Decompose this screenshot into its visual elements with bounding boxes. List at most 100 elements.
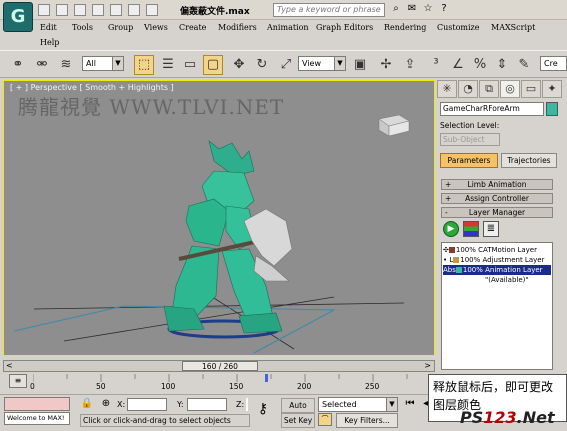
move-icon[interactable]: ✥ bbox=[229, 55, 249, 75]
menu-views[interactable]: Views bbox=[144, 23, 168, 32]
open-file-icon[interactable] bbox=[56, 4, 68, 16]
rollout-limb-animation[interactable]: + Limb Animation bbox=[441, 179, 553, 190]
edit-named-selection-icon[interactable]: ✎ bbox=[514, 55, 534, 75]
display-tab-icon[interactable]: ▭ bbox=[521, 80, 541, 98]
angle-snap-icon[interactable]: ∠ bbox=[448, 55, 468, 75]
layer-label: 100% Adjustment Layer bbox=[460, 256, 545, 264]
selection-filter-dropdown[interactable]: All ▼ bbox=[82, 56, 124, 71]
track-bar[interactable]: ≡ 0 50 100 150 200 250 bbox=[3, 374, 428, 392]
save-file-icon[interactable] bbox=[74, 4, 86, 16]
rectangular-region-icon[interactable]: ▭ bbox=[180, 55, 200, 75]
lock-selection-icon[interactable]: 🔒 bbox=[80, 398, 94, 412]
key-filters-button[interactable]: Key Filters... bbox=[336, 413, 398, 428]
layer-label: "(Available)" bbox=[485, 276, 529, 284]
layer-list-icon[interactable]: ≣ bbox=[483, 221, 499, 237]
help-icon[interactable]: ? bbox=[437, 3, 451, 17]
maxscript-listener-pink[interactable] bbox=[4, 397, 70, 411]
set-key-icon[interactable]: ⚷ bbox=[252, 401, 274, 421]
auto-key-button[interactable]: Auto Key bbox=[281, 398, 315, 423]
x-coordinate-field[interactable] bbox=[127, 398, 167, 411]
rollout-layer-manager[interactable]: - Layer Manager bbox=[441, 207, 553, 218]
percent-snap-icon[interactable]: % bbox=[470, 55, 490, 75]
modify-tab-icon[interactable]: ◔ bbox=[458, 80, 478, 98]
menu-maxscript[interactable]: MAXScript bbox=[491, 23, 535, 32]
select-object-icon[interactable]: ⬚ bbox=[134, 55, 154, 75]
slider-prev-icon[interactable]: < bbox=[6, 361, 13, 370]
spinner-snap-icon[interactable]: ⇕ bbox=[492, 55, 512, 75]
object-name-field[interactable]: GameCharRForeArm bbox=[440, 102, 544, 116]
favorites-icon[interactable]: ☆ bbox=[421, 3, 435, 17]
y-coordinate-field[interactable] bbox=[187, 398, 227, 411]
maxscript-mini-listener[interactable]: Welcome to MAX! bbox=[4, 412, 70, 425]
motion-tab-icon[interactable]: ◎ bbox=[500, 80, 520, 98]
layer-list[interactable]: ✣ 100% CATMotion Layer • L 100% Adjustment… bbox=[441, 242, 553, 370]
rotate-icon[interactable]: ↻ bbox=[252, 55, 272, 75]
hold-icon[interactable] bbox=[128, 4, 140, 16]
app-logo-button[interactable]: G bbox=[3, 2, 33, 32]
go-to-start-icon[interactable]: ⏮ bbox=[403, 398, 417, 412]
sub-object-button[interactable]: Sub-Object bbox=[440, 133, 500, 146]
viewcube-icon[interactable] bbox=[378, 114, 410, 137]
perspective-viewport[interactable]: [ + ] Perspective [ Smooth + Highlights … bbox=[3, 80, 435, 356]
scale-icon[interactable]: ⤢ bbox=[276, 55, 296, 75]
create-tab-icon[interactable]: ✳ bbox=[437, 80, 457, 98]
hierarchy-tab-icon[interactable]: ⧉ bbox=[479, 80, 499, 98]
named-selection-sets-dropdown[interactable]: Cre bbox=[540, 56, 567, 71]
rollout-assign-controller[interactable]: + Assign Controller bbox=[441, 193, 553, 204]
snaps-toggle-icon[interactable]: ³ bbox=[426, 55, 446, 75]
slider-next-icon[interactable]: > bbox=[424, 361, 431, 370]
object-color-swatch[interactable] bbox=[546, 102, 558, 116]
search-input[interactable]: Type a keyword or phrase bbox=[273, 3, 385, 17]
menu-rendering[interactable]: Rendering bbox=[384, 23, 426, 32]
search-icon[interactable]: ⌕ bbox=[389, 3, 403, 17]
bind-space-warp-icon[interactable]: ≋ bbox=[56, 55, 76, 75]
new-file-icon[interactable] bbox=[38, 4, 50, 16]
mini-curve-editor-icon[interactable]: ≡ bbox=[9, 374, 27, 388]
layer-row-available[interactable]: "(Available)" bbox=[443, 275, 551, 285]
layer-color-swatch[interactable] bbox=[455, 267, 462, 273]
select-manipulate-icon[interactable]: ✢ bbox=[376, 55, 396, 75]
fetch-icon[interactable] bbox=[146, 4, 158, 16]
menu-tools[interactable]: Tools bbox=[72, 23, 93, 32]
set-key-button[interactable]: Set Key bbox=[281, 413, 315, 428]
z-coordinate-field[interactable] bbox=[246, 398, 248, 411]
unlink-icon[interactable]: ⚮ bbox=[32, 55, 52, 75]
layer-label: 100% Animation Layer bbox=[462, 266, 543, 274]
communication-icon[interactable]: ✉ bbox=[405, 3, 419, 17]
prompt-line: Click or click-and-drag to select object… bbox=[80, 414, 250, 427]
layer-color-swatch[interactable] bbox=[448, 247, 455, 253]
select-by-name-icon[interactable]: ☰ bbox=[158, 55, 178, 75]
menu-group[interactable]: Group bbox=[108, 23, 133, 32]
rollout-toggle: + bbox=[445, 194, 452, 203]
menu-animation[interactable]: Animation bbox=[267, 23, 309, 32]
redo-icon[interactable] bbox=[110, 4, 122, 16]
key-mode-dropdown[interactable]: Selected ▼ bbox=[318, 397, 398, 412]
time-slider-thumb[interactable]: 160 / 260 bbox=[182, 361, 258, 371]
link-icon[interactable]: ⚭ bbox=[8, 55, 28, 75]
menu-help[interactable]: Help bbox=[40, 38, 59, 47]
menu-create[interactable]: Create bbox=[179, 23, 206, 32]
default-in-out-tangent-icon[interactable]: ⌒ bbox=[318, 413, 332, 426]
pivot-center-icon[interactable]: ▣ bbox=[350, 55, 370, 75]
parameters-tab-button[interactable]: Parameters bbox=[440, 153, 498, 168]
layer-color-swatch[interactable] bbox=[453, 257, 460, 263]
chevron-down-icon: ▼ bbox=[334, 57, 345, 70]
menu-customize[interactable]: Customize bbox=[437, 23, 480, 32]
time-slider[interactable]: < 160 / 260 > bbox=[3, 360, 435, 372]
window-crossing-icon[interactable]: ▢ bbox=[203, 55, 223, 75]
layer-type-icon: Abs bbox=[443, 266, 456, 274]
undo-icon[interactable] bbox=[92, 4, 104, 16]
play-layer-icon[interactable]: ▶ bbox=[443, 221, 459, 237]
layer-row-selected[interactable]: Abs 100% Animation Layer bbox=[443, 265, 551, 275]
layer-stack-icon[interactable] bbox=[463, 221, 479, 237]
absolute-mode-icon[interactable]: ⊕ bbox=[99, 398, 113, 412]
utilities-tab-icon[interactable]: ✦ bbox=[542, 80, 562, 98]
menu-modifiers[interactable]: Modifiers bbox=[218, 23, 257, 32]
menu-graph-editors[interactable]: Graph Editors bbox=[316, 23, 373, 32]
menu-edit[interactable]: Edit bbox=[40, 23, 57, 32]
trajectories-tab-button[interactable]: Trajectories bbox=[501, 153, 557, 168]
reference-coordinate-dropdown[interactable]: View ▼ bbox=[298, 56, 346, 71]
layer-row[interactable]: ✣ 100% CATMotion Layer bbox=[443, 245, 551, 255]
layer-row[interactable]: • L 100% Adjustment Layer bbox=[443, 255, 551, 265]
keyboard-shortcut-override-icon[interactable]: ⇪ bbox=[400, 55, 420, 75]
